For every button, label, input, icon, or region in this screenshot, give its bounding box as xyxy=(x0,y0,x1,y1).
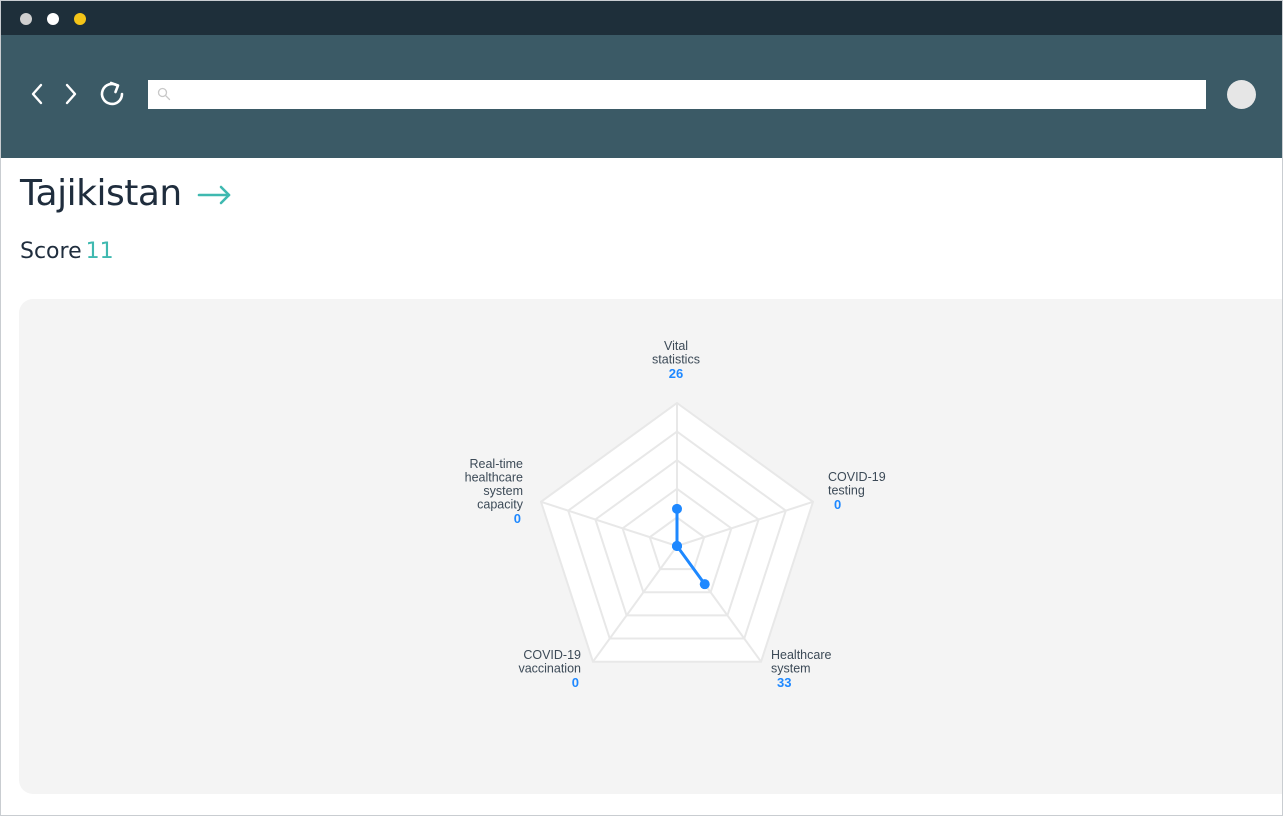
window-minimize-button[interactable] xyxy=(47,13,59,25)
radar-axis-value: 0 xyxy=(572,675,579,690)
chevron-left-icon xyxy=(31,83,43,105)
radar-axis-label: COVID-19 xyxy=(523,648,581,662)
search-input[interactable] xyxy=(148,80,1206,109)
radar-axis-value: 33 xyxy=(777,675,791,690)
radar-axis-value: 0 xyxy=(514,511,521,526)
radar-chart: Vitalstatistics26COVID-19testing0Healthc… xyxy=(465,339,886,690)
reload-icon xyxy=(100,81,124,106)
radar-axis-label: statistics xyxy=(652,353,700,367)
score-value: 11 xyxy=(85,239,114,264)
radar-axis-label: system xyxy=(771,662,811,676)
radar-axis-label: Healthcare xyxy=(771,648,831,662)
radar-axis-label: testing xyxy=(828,484,865,498)
browser-toolbar xyxy=(1,35,1282,158)
window-maximize-button[interactable] xyxy=(74,13,86,25)
back-button[interactable] xyxy=(23,79,51,109)
radar-axis-label: system xyxy=(483,484,523,498)
search-icon xyxy=(157,87,171,101)
radar-axis-label: healthcare xyxy=(465,471,523,485)
radar-data-point xyxy=(699,579,710,590)
radar-data-point xyxy=(672,503,682,514)
page-title: Tajikistan xyxy=(20,173,182,214)
score-label: Score xyxy=(20,239,82,264)
radar-axis-label: COVID-19 xyxy=(828,470,886,484)
radar-axis-label: Real-time xyxy=(470,457,524,471)
forward-button[interactable] xyxy=(57,79,85,109)
window-close-button[interactable] xyxy=(20,13,32,25)
radar-axis-value: 26 xyxy=(669,366,683,381)
chevron-right-icon xyxy=(65,83,77,105)
radar-axis-label: capacity xyxy=(477,498,524,512)
radar-axis-label: vaccination xyxy=(518,662,581,676)
window-titlebar xyxy=(1,1,1282,35)
arrow-right-icon[interactable] xyxy=(196,181,234,209)
score-line: Score 11 xyxy=(20,239,114,264)
radar-axis-value: 0 xyxy=(834,497,841,512)
reload-button[interactable] xyxy=(95,79,129,109)
chart-panel: Vital statistics 26 COVID-19 testing 0 Healthc… xyxy=(19,299,1282,794)
browser-window: Tajikistan Score 11 Vital statistics 26 COVI… xyxy=(0,0,1283,816)
avatar[interactable] xyxy=(1227,80,1256,109)
radar-data-point xyxy=(672,541,682,551)
radar-axis-label: Vital xyxy=(664,339,688,353)
